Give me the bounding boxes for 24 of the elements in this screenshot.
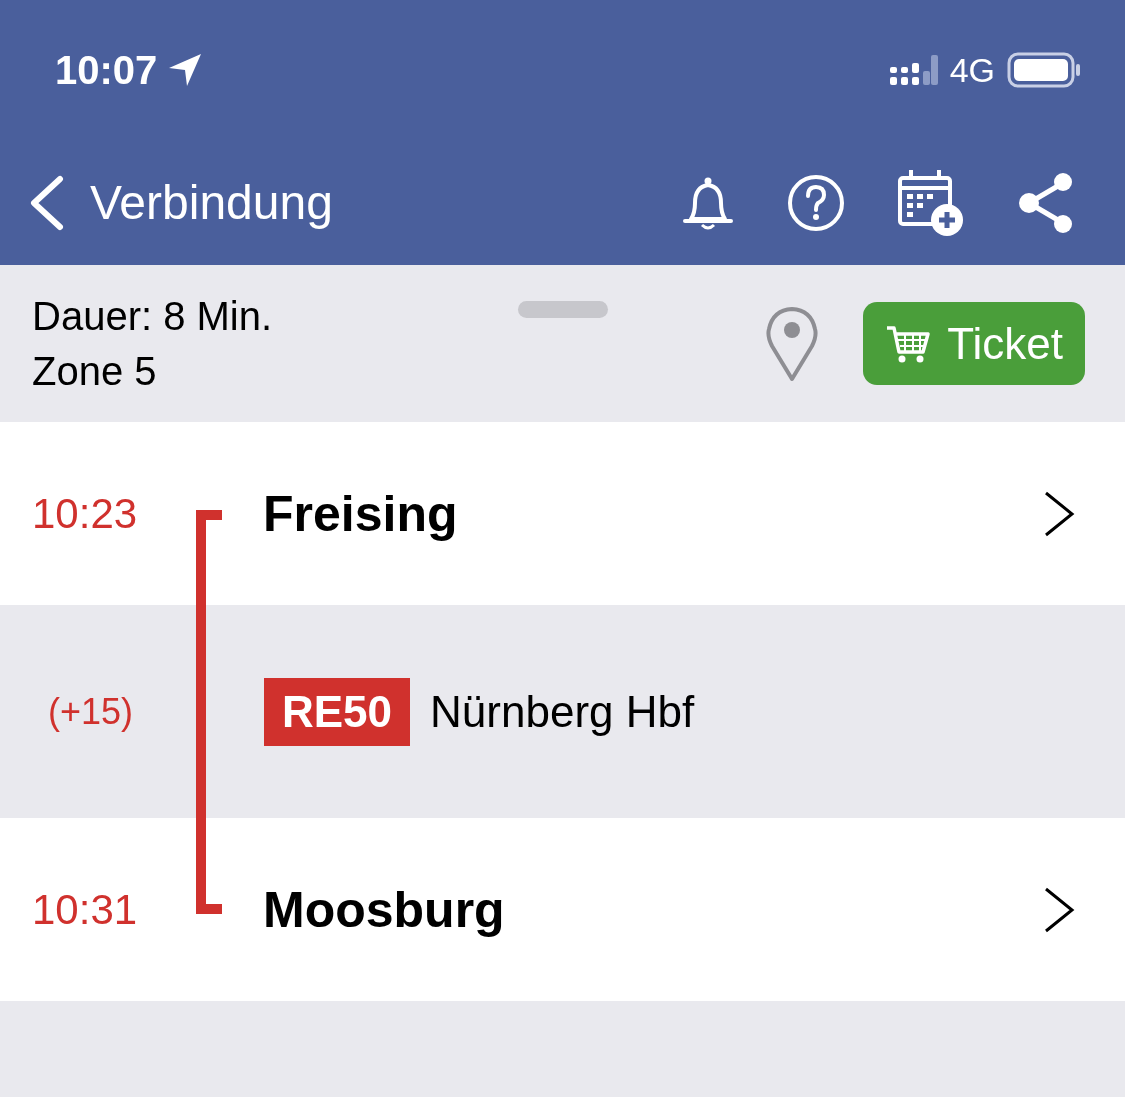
line-badge: RE50 — [264, 677, 411, 746]
location-arrow-icon — [167, 52, 204, 88]
battery-icon — [1007, 52, 1081, 88]
calendar-add-icon[interactable] — [897, 167, 965, 238]
network-label: 4G — [949, 50, 995, 90]
direction-text: Nürnberg Hbf — [430, 686, 695, 737]
chevron-right-icon[interactable] — [1043, 489, 1075, 538]
chevron-right-icon[interactable] — [1043, 885, 1075, 934]
help-icon[interactable] — [787, 173, 845, 232]
drag-handle[interactable] — [518, 301, 608, 318]
delay-text: (+15) — [48, 690, 135, 733]
status-time: 10:07 — [55, 47, 158, 93]
signal-icon — [889, 53, 938, 87]
duration-text: Dauer: 8 Min. — [32, 293, 273, 339]
location-pin-icon[interactable] — [765, 305, 820, 382]
cart-icon — [885, 323, 932, 364]
zone-text: Zone 5 — [32, 348, 158, 394]
station-name[interactable]: Freising — [263, 484, 1043, 543]
station-name[interactable]: Moosburg — [263, 880, 1043, 939]
departure-time: 10:23 — [32, 489, 139, 538]
chevron-left-icon — [28, 174, 64, 231]
departure-time: 10:31 — [32, 885, 139, 934]
share-icon[interactable] — [1017, 171, 1075, 234]
back-button[interactable]: Verbindung — [28, 174, 333, 231]
